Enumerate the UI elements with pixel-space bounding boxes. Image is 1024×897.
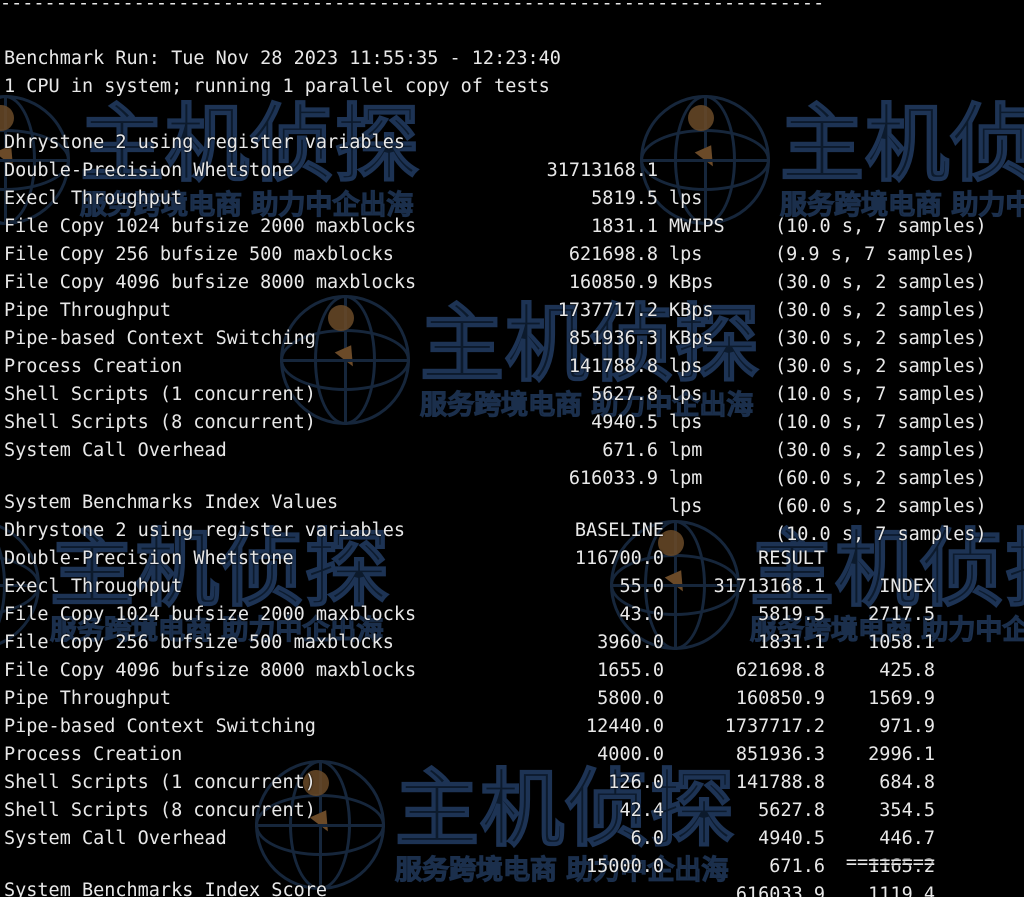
watermark-brand: 主机侦探 (779, 94, 1024, 193)
index-baseline: 4000.0 (597, 744, 664, 765)
result-value: 1737717.2 (557, 300, 658, 321)
result-detail: (10.0 s, 7 samples) (775, 412, 987, 433)
index-baseline: 126.0 (608, 772, 664, 793)
index-value: 1119.4 (868, 884, 935, 897)
result-value: 616033.9 (568, 468, 658, 489)
result-unit: lps (669, 384, 703, 405)
index-baseline: 42.4 (619, 800, 664, 821)
index-value: 2717.5 (868, 604, 935, 625)
index-value: 425.8 (879, 660, 935, 681)
result-detail: (30.0 s, 2 samples) (775, 440, 987, 461)
index-baseline: 5800.0 (597, 688, 664, 709)
result-unit: MWIPS (669, 216, 725, 237)
terminal-screenshot: 主机侦探 服务跨境电商 助力中企出海 主机侦探 服务跨境电商 助力中企出海 主机… (0, 0, 1024, 897)
result-unit: lps (669, 244, 703, 265)
result-unit: lpm (669, 440, 703, 461)
index-result: 5627.8 (758, 800, 825, 821)
index-baseline: 55.0 (619, 576, 664, 597)
result-unit: lpm (669, 468, 703, 489)
result-unit: lps (669, 188, 703, 209)
result-value: 5819.5 (591, 188, 658, 209)
benchmark-run-text: Benchmark Run: Tue Nov 28 2023 11:55:35 … (4, 48, 561, 69)
result-unit: lps (669, 496, 703, 517)
index-result: 1831.1 (758, 632, 825, 653)
index-result: 4940.5 (758, 828, 825, 849)
result-unit: KBps (669, 272, 714, 293)
index-result: 1737717.2 (724, 716, 825, 737)
result-unit: KBps (669, 328, 714, 349)
index-value: 684.8 (879, 772, 935, 793)
result-detail: (10.0 s, 7 samples) (775, 384, 987, 405)
index-result: 671.6 (769, 856, 825, 877)
result-value: 141788.8 (568, 356, 658, 377)
result-detail: (60.0 s, 2 samples) (775, 496, 987, 517)
column-header-result: RESULT (758, 548, 825, 569)
column-header-index: INDEX (879, 576, 935, 597)
result-value: 31713168.1 (546, 160, 658, 181)
result-detail: (9.9 s, 7 samples) (775, 244, 976, 265)
result-detail: (10.0 s, 7 samples) (775, 216, 987, 237)
result-value: 5627.8 (591, 384, 658, 405)
result-detail: (30.0 s, 2 samples) (775, 272, 987, 293)
index-baseline: 15000.0 (586, 856, 664, 877)
column-header-baseline: BASELINE (574, 520, 664, 541)
cpu-info-text: 1 CPU in system; running 1 parallel copy… (4, 76, 550, 97)
result-detail: (60.0 s, 2 samples) (775, 468, 987, 489)
index-result: 141788.8 (735, 772, 825, 793)
index-value: 2996.1 (868, 744, 935, 765)
result-value: 851936.3 (568, 328, 658, 349)
result-detail: (30.0 s, 2 samples) (775, 328, 987, 349)
index-baseline: 12440.0 (586, 716, 664, 737)
index-baseline: 1655.0 (597, 660, 664, 681)
index-value: 354.5 (879, 800, 935, 821)
index-score-row: System Benchmarks Index Score 910.6 (0, 849, 327, 897)
index-result: 31713168.1 (713, 576, 825, 597)
result-value: 160850.9 (568, 272, 658, 293)
index-value: 1058.1 (868, 632, 935, 653)
result-unit: lps (669, 356, 703, 377)
index-result: 160850.9 (735, 688, 825, 709)
result-value: 671.6 (602, 440, 658, 461)
globe-icon (640, 95, 770, 225)
index-score-separator: ======== (845, 852, 935, 873)
index-result: 851936.3 (735, 744, 825, 765)
index-result: 616033.9 (735, 884, 825, 897)
result-detail: (30.0 s, 2 samples) (775, 300, 987, 321)
index-value: 1569.9 (868, 688, 935, 709)
index-baseline: 116700.0 (574, 548, 664, 569)
index-score-label: System Benchmarks Index Score (4, 880, 328, 897)
top-rule: ----------------------------------------… (0, 0, 825, 14)
index-value: 971.9 (879, 716, 935, 737)
result-unit: KBps (669, 300, 714, 321)
index-result: 621698.8 (735, 660, 825, 681)
index-baseline: 3960.0 (597, 632, 664, 653)
result-value: 4940.5 (591, 412, 658, 433)
index-result: 5819.5 (758, 604, 825, 625)
result-value: 621698.8 (568, 244, 658, 265)
result-unit: lps (669, 412, 703, 433)
result-value: 1831.1 (591, 216, 658, 237)
index-baseline: 6.0 (630, 828, 664, 849)
result-detail: (30.0 s, 2 samples) (775, 356, 987, 377)
index-baseline: 43.0 (619, 604, 664, 625)
